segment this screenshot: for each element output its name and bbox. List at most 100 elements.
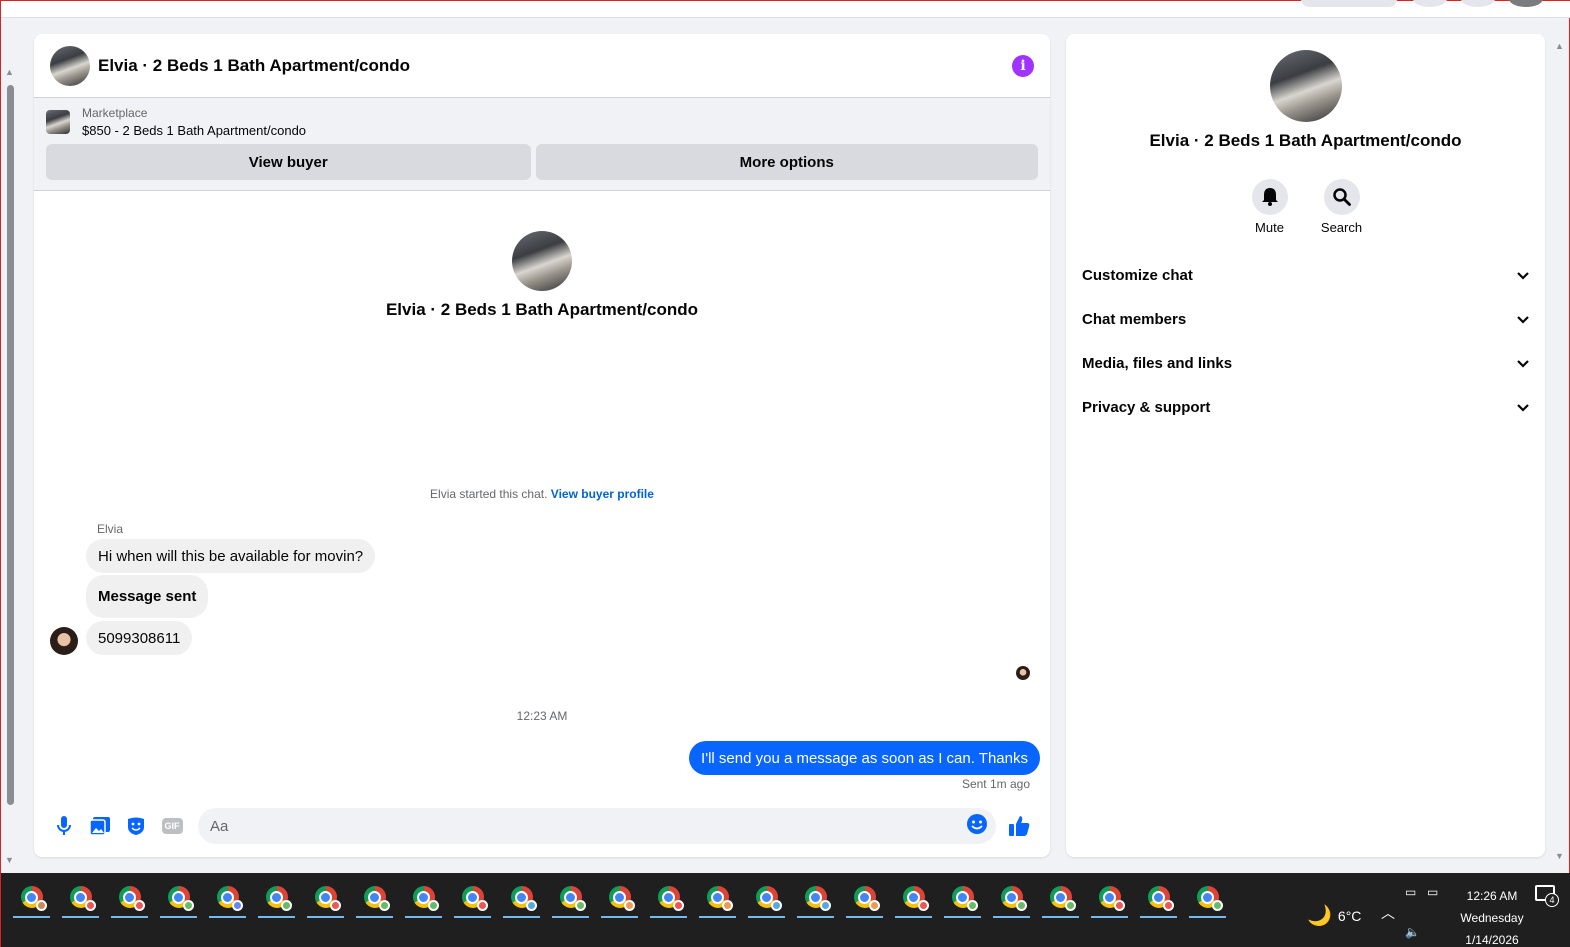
scroll-up-arrow-icon[interactable]: ▲ [5,67,14,77]
clock-date: 1/14/2026 [1465,933,1519,947]
scroll-down-arrow-icon[interactable]: ▼ [5,855,14,865]
info-icon[interactable]: i [1012,54,1034,77]
taskbar-chrome-window[interactable] [1134,879,1183,918]
volume-icon[interactable]: 🔈 [1405,925,1420,939]
taskbar-chrome-window[interactable] [889,879,938,918]
listing-thumbnail[interactable] [46,110,70,134]
top-icon-button[interactable] [1413,0,1447,7]
taskbar-chrome-window[interactable] [595,879,644,918]
search-button[interactable]: Search [1321,179,1362,235]
message-input[interactable] [210,817,966,835]
bell-icon [1261,188,1278,206]
profile-badge-icon [379,900,390,911]
taskbar-chrome-window[interactable] [791,879,840,918]
left-scrollbar[interactable]: ▲ ▼ [4,67,16,867]
scroll-down-arrow-icon[interactable]: ▼ [1555,851,1564,861]
info-name: Elvia · 2 Beds 1 Bath Apartment/condo [1149,131,1462,150]
taskbar-chrome-window[interactable] [1183,879,1232,918]
section-media-files-links[interactable]: Media, files and links [1074,341,1537,385]
taskbar-chrome-window[interactable] [7,879,56,918]
open-window-indicator [111,916,148,918]
taskbar-chrome-window[interactable] [742,879,791,918]
profile-badge-icon [134,900,145,911]
taskbar-chrome-window[interactable] [154,879,203,918]
windows-taskbar: 🌙 6°C ︿ ▭ ▭ 🔈 12:26 AM Wednesday 1/14/20… [1,873,1570,947]
section-chat-members[interactable]: Chat members [1074,297,1537,341]
clock-day: Wednesday [1460,911,1524,925]
thumbs-up-icon[interactable] [1002,808,1038,844]
taskbar-chrome-window[interactable] [56,879,105,918]
profile-badge-icon [771,900,782,911]
more-options-button[interactable]: More options [535,144,1038,180]
taskbar-chrome-window[interactable] [1085,879,1134,918]
taskbar-chrome-window[interactable] [693,879,742,918]
taskbar-chrome-window[interactable] [546,879,595,918]
incoming-message[interactable]: Message sent [86,575,209,618]
chevron-up-icon[interactable]: ︿ [1381,903,1395,923]
taskbar-chrome-window[interactable] [1036,879,1085,918]
incoming-message[interactable]: Hi when will this be available for movin… [86,539,376,573]
taskbar-chrome-window[interactable] [840,879,889,918]
section-label: Privacy & support [1082,398,1211,416]
sticker-icon[interactable] [118,808,154,844]
incoming-message[interactable]: 5099308611 [86,621,193,655]
weather-widget[interactable]: 🌙 6°C [1307,903,1361,928]
top-icon-button[interactable] [1461,0,1495,7]
view-buyer-button[interactable]: View buyer [46,144,531,180]
started-text: Elvia started this chat. [430,487,548,501]
profile-badge-icon [1016,900,1027,911]
intro-avatar[interactable] [512,231,572,291]
open-window-indicator [1091,916,1128,918]
browser-top-strip [1,0,1570,18]
chevron-down-icon [1517,267,1529,284]
chat-panel: Elvia · 2 Beds 1 Bath Apartment/condo i … [34,34,1050,857]
listing-title[interactable]: $850 - 2 Beds 1 Bath Apartment/condo [82,123,306,138]
profile-badge-icon [918,900,929,911]
notification-center-button[interactable]: 4 [1535,885,1559,907]
taskbar-chrome-window[interactable] [301,879,350,918]
marketplace-label: Marketplace [82,106,148,120]
taskbar-chrome-window[interactable] [497,879,546,918]
chat-title[interactable]: Elvia · 2 Beds 1 Bath Apartment/condo [98,56,410,76]
taskbar-chrome-window[interactable] [644,879,693,918]
listing-avatar[interactable] [50,45,90,86]
taskbar-chrome-window[interactable] [350,879,399,918]
open-window-indicator [405,916,442,918]
outgoing-message[interactable]: I'll send you a message as soon as I can… [689,741,1040,775]
taskbar-chrome-window[interactable] [987,879,1036,918]
section-privacy-support[interactable]: Privacy & support [1074,385,1537,429]
taskbar-chrome-window[interactable] [252,879,301,918]
scroll-up-arrow-icon[interactable]: ▲ [1555,41,1564,51]
open-window-indicator [62,916,99,918]
emoji-icon[interactable] [966,813,988,840]
open-window-indicator [552,916,589,918]
profile-badge-icon [183,900,194,911]
message-composer: GIF [34,795,1050,857]
network-icon[interactable]: ▭ [1427,885,1438,899]
gif-icon[interactable]: GIF [154,808,190,844]
profile-badge-icon [673,900,684,911]
taskbar-chrome-window[interactable] [399,879,448,918]
microphone-icon[interactable] [46,808,82,844]
section-customize-chat[interactable]: Customize chat [1074,253,1537,297]
conversation-info-panel: Elvia · 2 Beds 1 Bath Apartment/condo Mu… [1066,34,1545,857]
meeting-icon[interactable]: ▭ [1405,885,1416,899]
photo-icon[interactable] [82,808,118,844]
view-buyer-profile-link[interactable]: View buyer profile [551,487,654,501]
taskbar-chrome-window[interactable] [105,879,154,918]
message-input-wrapper[interactable] [198,808,996,844]
info-avatar[interactable] [1269,50,1342,122]
profile-badge-icon [624,900,635,911]
sender-avatar[interactable] [50,627,78,655]
taskbar-chrome-window[interactable] [203,879,252,918]
clock[interactable]: 12:26 AM Wednesday 1/14/2026 [1457,885,1527,947]
taskbar-chrome-window[interactable] [448,879,497,918]
scrollbar-thumb[interactable] [7,85,14,805]
taskbar-chrome-window[interactable] [938,879,987,918]
profile-avatar[interactable] [1509,0,1543,7]
mute-button[interactable]: Mute [1251,179,1288,235]
right-scrollbar[interactable]: ▲ ▼ [1555,41,1567,861]
info-sections: Customize chat Chat members Media, files… [1066,253,1545,429]
top-nav-button[interactable] [1301,0,1397,7]
open-window-indicator [944,916,981,918]
